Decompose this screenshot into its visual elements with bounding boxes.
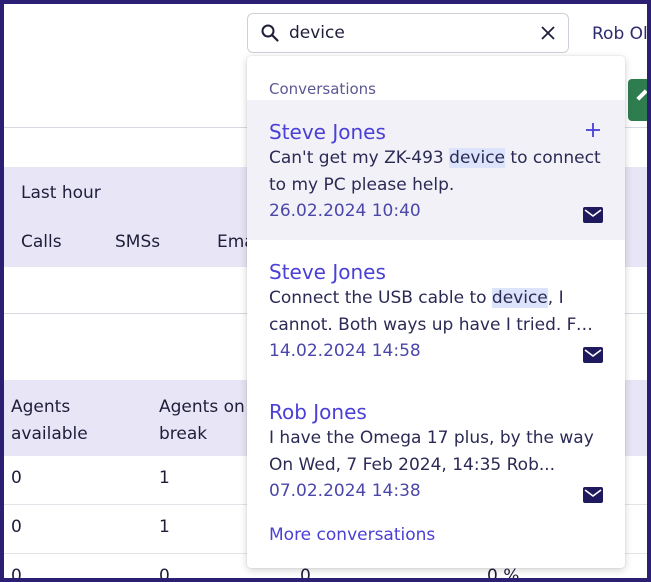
app-window: Rob Ol Last hour Calls SMSs Ema Agents a… (4, 4, 647, 578)
conversation-date: 07.02.2024 14:38 (269, 481, 421, 501)
mail-icon (583, 347, 603, 363)
mail-icon (583, 207, 603, 223)
snippet-text: to connect (505, 148, 601, 168)
table-cell: 0 (159, 566, 170, 578)
conversation-date: 14.02.2024 14:58 (269, 341, 421, 361)
contact-name: Steve Jones (269, 120, 386, 144)
snippet-text: On Wed, 7 Feb 2024, 14:35 Rob... (269, 455, 556, 475)
contact-name: Rob Jones (269, 400, 367, 424)
search-highlight: device (491, 288, 548, 308)
table-cell: 1 (159, 468, 170, 488)
snippet-text: Connect the USB cable to (269, 288, 492, 308)
snippet-text: I have the Omega 17 plus, by the way (269, 428, 594, 448)
search-results-dropdown: Conversations Steve Jones Can't get my Z… (247, 56, 625, 568)
search-icon (261, 24, 279, 42)
table-cell: 0 (11, 517, 22, 537)
message-snippet: Can't get my ZK-493 device to connect to… (269, 145, 601, 199)
message-snippet: Connect the USB cable to device, I canno… (269, 285, 601, 339)
search-input[interactable] (289, 22, 529, 44)
search-box[interactable] (247, 13, 569, 53)
table-cell: 1 (159, 517, 170, 537)
mail-icon (583, 487, 603, 503)
column-header-agents-on-break: Agents on break (159, 397, 245, 444)
conversation-result[interactable]: Steve Jones Connect the USB cable to dev… (247, 240, 625, 380)
user-name[interactable]: Rob Ol (592, 24, 647, 44)
snippet-text: Can't get my ZK-493 (269, 148, 450, 168)
more-conversations-link[interactable]: More conversations (269, 525, 435, 545)
snippet-text: to my PC please help. (269, 175, 455, 195)
edit-button[interactable] (628, 79, 647, 121)
section-label: Conversations (269, 80, 376, 98)
tab-calls[interactable]: Calls (21, 232, 62, 252)
close-icon[interactable] (539, 24, 557, 42)
table-cell: 0 (11, 468, 22, 488)
message-snippet: I have the Omega 17 plus, by the way On … (269, 425, 601, 479)
pencil-icon (636, 89, 647, 101)
conversation-result[interactable]: Rob Jones I have the Omega 17 plus, by t… (247, 380, 625, 520)
plus-icon[interactable] (585, 122, 601, 138)
snippet-text: cannot. Both ways up have I tried. For..… (269, 315, 601, 335)
column-header-agents-available: Agents available (11, 397, 88, 444)
search-highlight: device (449, 148, 505, 168)
conversation-result[interactable]: Steve Jones Can't get my ZK-493 device t… (247, 100, 625, 240)
conversation-date: 26.02.2024 10:40 (269, 201, 421, 221)
snippet-text: , I (547, 288, 564, 308)
table-cell: 0 (11, 566, 22, 578)
contact-name: Steve Jones (269, 260, 386, 284)
stats-title: Last hour (21, 183, 101, 203)
tab-smss[interactable]: SMSs (115, 232, 160, 252)
